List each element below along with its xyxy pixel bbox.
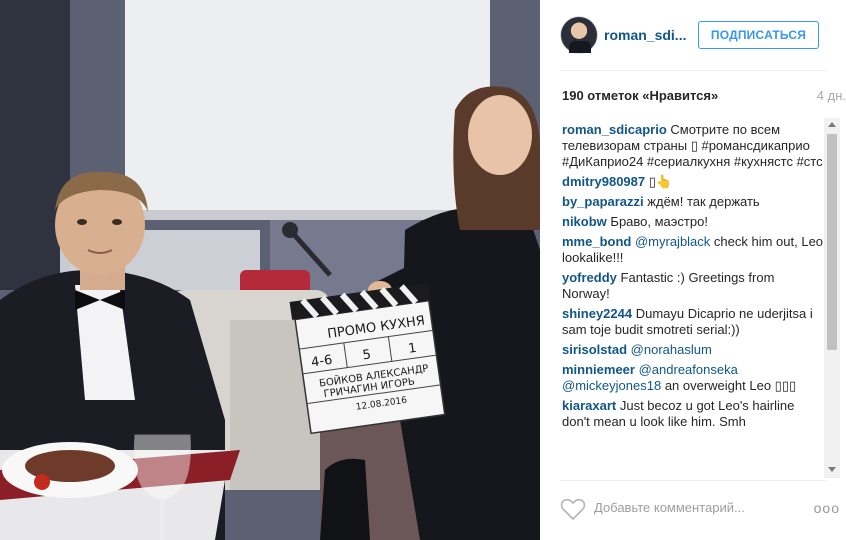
comments-list[interactable]: roman_sdicaprio Смотрите по всем телевиз… bbox=[560, 118, 846, 478]
comment-text: an overweight Leo ▯▯▯ bbox=[664, 378, 797, 393]
comment-username[interactable]: shiney2244 bbox=[562, 306, 632, 321]
comment-item: kiaraxart Just becoz u got Leo's hairlin… bbox=[562, 398, 824, 430]
comment-item: roman_sdicaprio Смотрите по всем телевиз… bbox=[562, 122, 824, 170]
post-author-username[interactable]: roman_sdi... bbox=[604, 27, 686, 43]
follow-button[interactable]: ПОДПИСАТЬСЯ bbox=[698, 21, 819, 49]
comment-text: ▯👆 bbox=[648, 174, 673, 189]
comment-username[interactable]: minniemeer bbox=[562, 362, 635, 377]
photo-scene: ПРОМО КУХНЯ 4-6 5 1 БОЙКОВ АЛЕКСАНДР ГРИ… bbox=[0, 0, 540, 540]
comment-username[interactable]: kiaraxart bbox=[562, 398, 616, 413]
avatar[interactable] bbox=[560, 16, 598, 54]
comment-username[interactable]: by_paparazzi bbox=[562, 194, 644, 209]
scroll-down-arrow-icon[interactable] bbox=[828, 467, 836, 472]
scroll-up-arrow-icon[interactable] bbox=[828, 122, 836, 127]
likes-count[interactable]: 190 отметок «Нравится» bbox=[562, 88, 718, 103]
comment-text: ждём! так держать bbox=[647, 194, 760, 209]
comment-mention[interactable]: @norahaslum bbox=[631, 342, 712, 357]
comment-item: minniemeer @andreafonseka @mickeyjones18… bbox=[562, 362, 824, 394]
clapper-scene: 4-6 bbox=[310, 353, 333, 371]
comment-item: nikobw Браво, маэстро! bbox=[562, 214, 824, 230]
comment-username[interactable]: yofreddy bbox=[562, 270, 617, 285]
more-options-icon[interactable]: ooo bbox=[814, 500, 840, 516]
comment-username[interactable]: roman_sdicaprio bbox=[562, 122, 667, 137]
comment-username[interactable]: mme_bond bbox=[562, 234, 631, 249]
header-divider bbox=[560, 70, 826, 71]
comment-username[interactable]: dmitry980987 bbox=[562, 174, 645, 189]
heart-icon[interactable] bbox=[560, 497, 586, 521]
add-comment-input[interactable] bbox=[594, 500, 784, 515]
post-header: roman_sdi... ПОДПИСАТЬСЯ bbox=[560, 16, 840, 56]
scroll-thumb[interactable] bbox=[827, 134, 837, 350]
comment-item: yofreddy Fantastic :) Greetings from Nor… bbox=[562, 270, 824, 302]
comment-item: dmitry980987 ▯👆 bbox=[562, 174, 824, 190]
post-footer: ooo bbox=[560, 488, 846, 528]
comment-mention[interactable]: @myrajblack bbox=[635, 234, 710, 249]
post-photo[interactable]: ПРОМО КУХНЯ 4-6 5 1 БОЙКОВ АЛЕКСАНДР ГРИ… bbox=[0, 0, 540, 540]
footer-divider bbox=[560, 480, 826, 481]
comment-item: sirisolstad @norahaslum bbox=[562, 342, 824, 358]
clapperboard: ПРОМО КУХНЯ 4-6 5 1 БОЙКОВ АЛЕКСАНДР ГРИ… bbox=[289, 282, 446, 435]
comment-username[interactable]: sirisolstad bbox=[562, 342, 627, 357]
comment-item: shiney2244 Dumayu Dicaprio ne uderjitsa … bbox=[562, 306, 824, 338]
comment-item: mme_bond @myrajblack check him out, Leo … bbox=[562, 234, 824, 266]
comments-scrollbar[interactable] bbox=[824, 118, 840, 478]
comment-text: Браво, маэстро! bbox=[610, 214, 708, 229]
post-side-panel: roman_sdi... ПОДПИСАТЬСЯ 190 отметок «Нр… bbox=[540, 0, 846, 540]
comment-username[interactable]: nikobw bbox=[562, 214, 607, 229]
post-time[interactable]: 4 дн. bbox=[817, 88, 846, 103]
comment-item: by_paparazzi ждём! так держать bbox=[562, 194, 824, 210]
likes-row: 190 отметок «Нравится» 4 дн. bbox=[560, 88, 846, 106]
